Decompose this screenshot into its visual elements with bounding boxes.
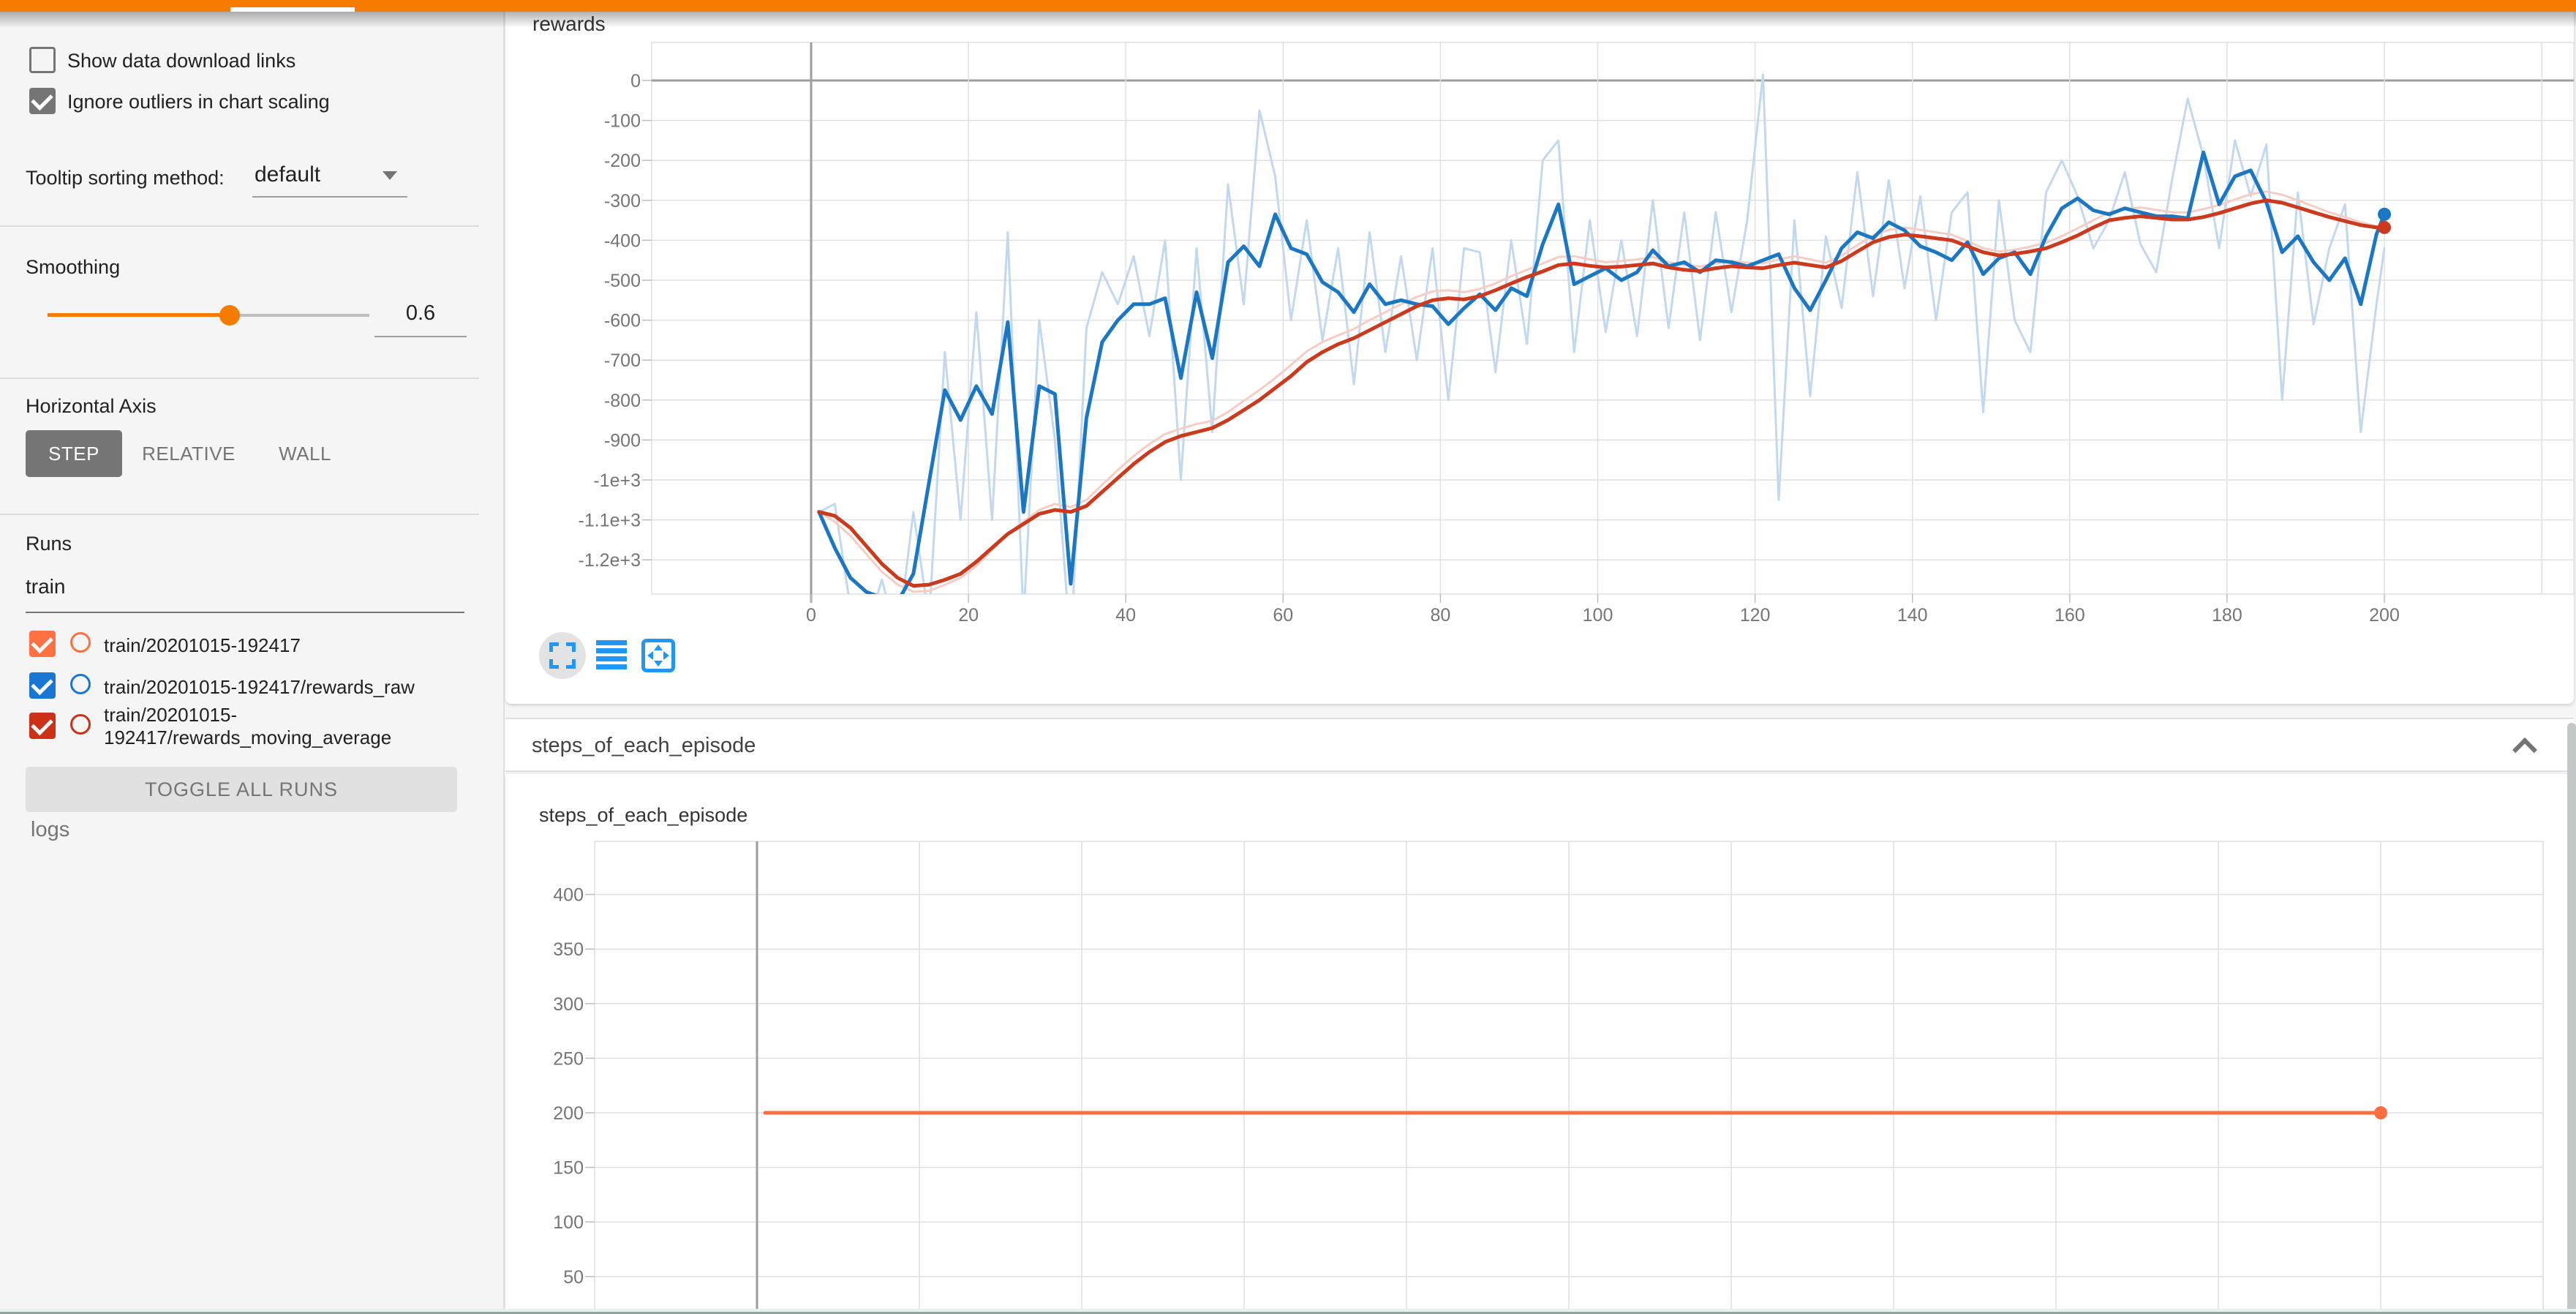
axis-button-relative[interactable]: RELATIVE [139, 430, 238, 477]
chevron-up-icon[interactable] [2515, 735, 2537, 757]
expand-icon [566, 642, 576, 652]
dropdown-underline [252, 196, 407, 198]
tooltip-sorting-dropdown[interactable]: default [252, 157, 410, 200]
run-radio-icon[interactable] [70, 632, 91, 653]
steps-plot-area[interactable] [595, 841, 2543, 1314]
chart-toolbar [539, 632, 758, 680]
run-label: train/20201015-192417/rewards_raw [104, 676, 415, 699]
smoothing-label: Smoothing [26, 256, 120, 279]
active-tab-indicator [230, 7, 355, 12]
checkbox-checked-icon[interactable] [29, 88, 56, 114]
chevron-down-icon [383, 171, 397, 180]
run-radio-icon[interactable] [70, 674, 91, 694]
divider [0, 225, 479, 227]
runs-filter-input[interactable] [26, 575, 461, 598]
fit-icon-arrow [654, 645, 663, 650]
topbar-shadow [0, 12, 2576, 28]
divider [0, 514, 479, 515]
checkbox-row-download-links[interactable]: Show data download links [0, 44, 505, 85]
run-checkbox[interactable] [29, 672, 56, 699]
section-header-steps-of-each-episode[interactable]: steps_of_each_episode [505, 718, 2574, 772]
smoothing-slider-track-rest[interactable] [230, 314, 369, 317]
run-label: train/20201015-192417/rewards_moving_ave… [104, 704, 455, 749]
run-checkbox[interactable] [29, 713, 56, 739]
settings-sidebar: Show data download links Ignore outliers… [0, 12, 505, 1314]
fit-icon-arrow [654, 661, 663, 667]
smoothing-input-underline [374, 336, 467, 337]
dropdown-value: default [255, 162, 320, 187]
run-row: train/20201015-192417 [0, 631, 505, 660]
run-row: train/20201015-192417/rewards_raw [0, 672, 505, 702]
toggle-y-axis-button[interactable] [596, 640, 627, 671]
checkbox-unchecked-icon[interactable] [29, 47, 56, 73]
expand-chart-button[interactable] [539, 632, 586, 679]
checkbox-label: Ignore outliers in chart scaling [67, 91, 330, 113]
section-header-title: steps_of_each_episode [532, 719, 756, 772]
divider [0, 378, 479, 379]
run-checkbox[interactable] [29, 631, 56, 657]
run-radio-icon[interactable] [70, 714, 91, 735]
scrollbar-thumb[interactable] [2567, 723, 2576, 1314]
steps-chart-title: steps_of_each_episode [539, 802, 747, 828]
top-app-bar [0, 0, 2576, 12]
tooltip-sorting-row: Tooltip sorting method: default [26, 157, 494, 200]
fit-icon-arrow [663, 651, 669, 660]
logs-label: logs [31, 818, 69, 842]
expand-icon [566, 659, 576, 669]
expand-icon [549, 659, 559, 669]
fit-domain-button[interactable] [641, 639, 675, 672]
horizontal-axis-label: Horizontal Axis [26, 395, 157, 418]
expand-icon [549, 642, 559, 652]
runs-filter-underline [26, 612, 464, 613]
fit-icon-arrow [647, 651, 653, 660]
checkbox-row-ignore-outliers[interactable]: Ignore outliers in chart scaling [0, 85, 505, 126]
checkbox-label: Show data download links [67, 50, 295, 72]
runs-label: Runs [26, 533, 72, 555]
smoothing-slider-track[interactable] [48, 313, 230, 317]
run-label: train/20201015-192417 [104, 634, 301, 657]
run-row: train/20201015-192417/rewards_moving_ave… [0, 704, 505, 755]
rewards-plot-area[interactable] [652, 42, 2574, 594]
axis-button-step[interactable]: STEP [26, 430, 122, 477]
axis-button-wall[interactable]: WALL [260, 430, 350, 477]
smoothing-slider-knob[interactable] [219, 305, 240, 326]
tooltip-sorting-label: Tooltip sorting method: [26, 167, 225, 189]
smoothing-value-input[interactable] [374, 301, 467, 326]
toggle-all-runs-button[interactable]: TOGGLE ALL RUNS [26, 767, 457, 812]
